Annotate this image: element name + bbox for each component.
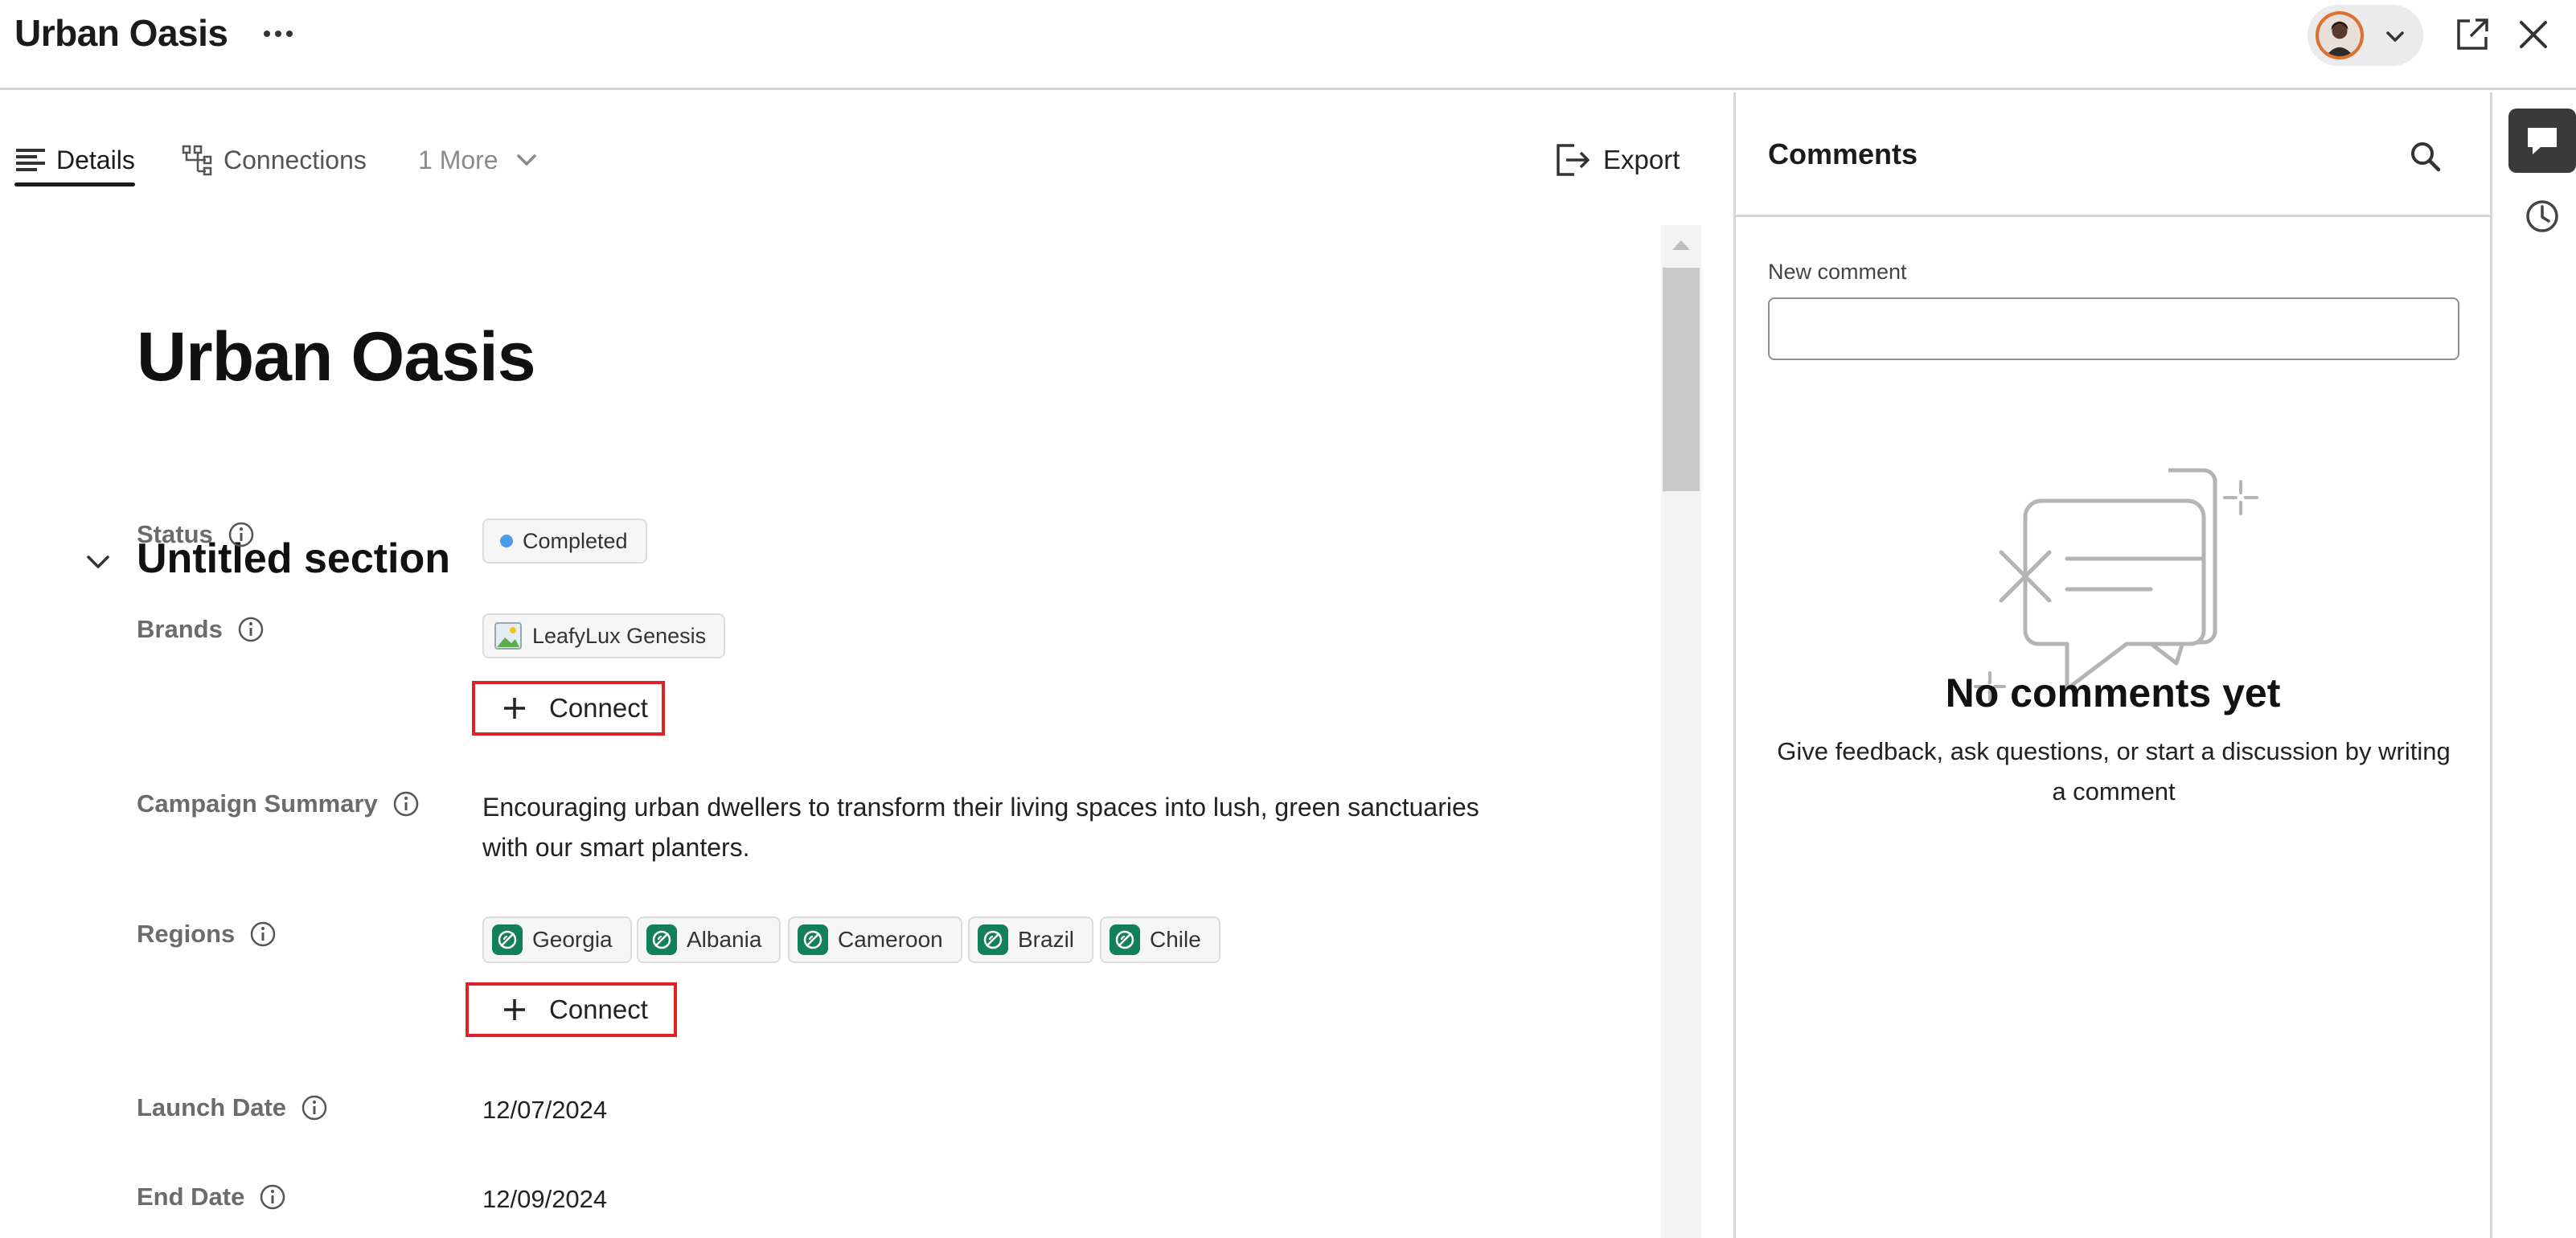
plus-icon [504,999,525,1020]
unlink-icon [798,924,828,955]
info-icon[interactable] [259,1183,286,1211]
close-icon[interactable] [2517,18,2550,51]
region-chip-label: Chile [1150,927,1201,952]
export-icon [1557,144,1589,176]
comments-panel: Comments New comment No comments yet Giv… [1736,92,2490,1238]
plus-icon [504,698,525,719]
hierarchy-icon [182,144,214,176]
section-collapse-chevron-icon[interactable] [84,547,113,576]
end-date-label-text: End Date [137,1183,245,1211]
region-chip-label: Brazil [1018,927,1075,952]
regions-connect-label: Connect [549,994,648,1024]
region-chip-georgia[interactable]: Georgia [482,916,632,963]
regions-label-text: Regions [137,920,236,948]
chevron-down-icon [516,154,536,166]
info-icon[interactable] [228,521,255,548]
tab-details[interactable]: Details [14,137,135,182]
brands-connect-button[interactable]: Connect [472,681,665,736]
tab-bar: Details Connections 1 More Export [0,92,1733,191]
campaign-summary-label: Campaign Summary [137,789,420,818]
search-icon[interactable] [2406,137,2445,176]
avatar-image [2319,14,2361,56]
empty-state-title: No comments yet [1945,670,2281,715]
tab-connections-label: Connections [224,145,367,174]
region-chip-label: Cameroon [838,927,943,952]
launch-date-value[interactable]: 12/07/2024 [482,1096,607,1125]
scroll-up-arrow-icon[interactable] [1671,239,1692,252]
unlink-icon [492,924,523,955]
brand-chip-label: LeafyLux Genesis [532,623,707,648]
info-icon[interactable] [237,616,265,643]
tab-connections[interactable]: Connections [182,137,367,182]
region-chip-brazil[interactable]: Brazil [968,916,1094,963]
open-external-icon[interactable] [2454,16,2491,53]
history-clock-icon[interactable] [2525,199,2560,234]
tab-more-dropdown[interactable]: 1 More [418,137,539,182]
chevron-down-icon [2386,31,2404,42]
scrollbar-thumb[interactable] [1663,268,1700,491]
export-label: Export [1603,145,1680,174]
campaign-summary-label-text: Campaign Summary [137,789,378,818]
campaign-summary-value[interactable]: Encouraging urban dwellers to transform … [482,787,1528,867]
end-date-label: End Date [137,1183,286,1211]
info-icon[interactable] [249,920,277,948]
more-horizontal-icon[interactable] [259,14,297,53]
user-menu-button[interactable] [2307,5,2423,66]
status-value: Completed [523,528,628,553]
brands-label-text: Brands [137,615,223,643]
comment-icon [2528,128,2557,154]
status-dot [500,535,513,547]
brands-connect-label: Connect [549,693,648,723]
status-label-text: Status [137,520,213,548]
unlink-icon [978,924,1008,955]
new-comment-label: New comment [1768,260,1907,284]
tab-details-label: Details [56,145,135,174]
brand-chip[interactable]: LeafyLux Genesis [482,613,726,658]
brands-label: Brands [137,615,265,644]
unlink-icon [646,924,677,955]
end-date-value[interactable]: 12/09/2024 [482,1185,607,1214]
tab-more-label: 1 More [418,145,498,174]
details-panel: Details Connections 1 More Export Urban … [0,92,1733,1238]
launch-date-label: Launch Date [137,1093,328,1122]
top-bar: Urban Oasis [0,0,2576,90]
page-title: Urban Oasis [137,318,536,396]
info-icon[interactable] [392,790,420,818]
rail-comments-button[interactable] [2508,109,2576,173]
region-chip-label: Georgia [532,927,613,952]
region-chip-cameroon[interactable]: Cameroon [788,916,962,963]
launch-date-label-text: Launch Date [137,1093,287,1121]
image-placeholder-icon [494,622,522,650]
right-rail [2492,92,2576,1238]
active-tab-indicator [14,182,135,187]
status-label: Status [137,520,255,549]
comments-title: Comments [1768,137,1918,170]
avatar [2316,11,2364,59]
export-button[interactable]: Export [1553,137,1680,182]
unlink-icon [1110,924,1140,955]
new-comment-input[interactable] [1768,297,2459,360]
app-title: Urban Oasis [14,12,228,54]
regions-connect-button[interactable]: Connect [466,982,677,1037]
text-align-icon [14,144,47,176]
regions-label: Regions [137,920,277,949]
region-chip-label: Albania [687,927,762,952]
region-chip-albania[interactable]: Albania [637,916,781,963]
comments-header-divider [1736,215,2490,217]
info-icon[interactable] [301,1094,328,1121]
empty-state-description: Give feedback, ask questions, or start a… [1777,737,2451,806]
status-badge: Completed [482,519,647,564]
region-chip-chile[interactable]: Chile [1100,916,1220,963]
